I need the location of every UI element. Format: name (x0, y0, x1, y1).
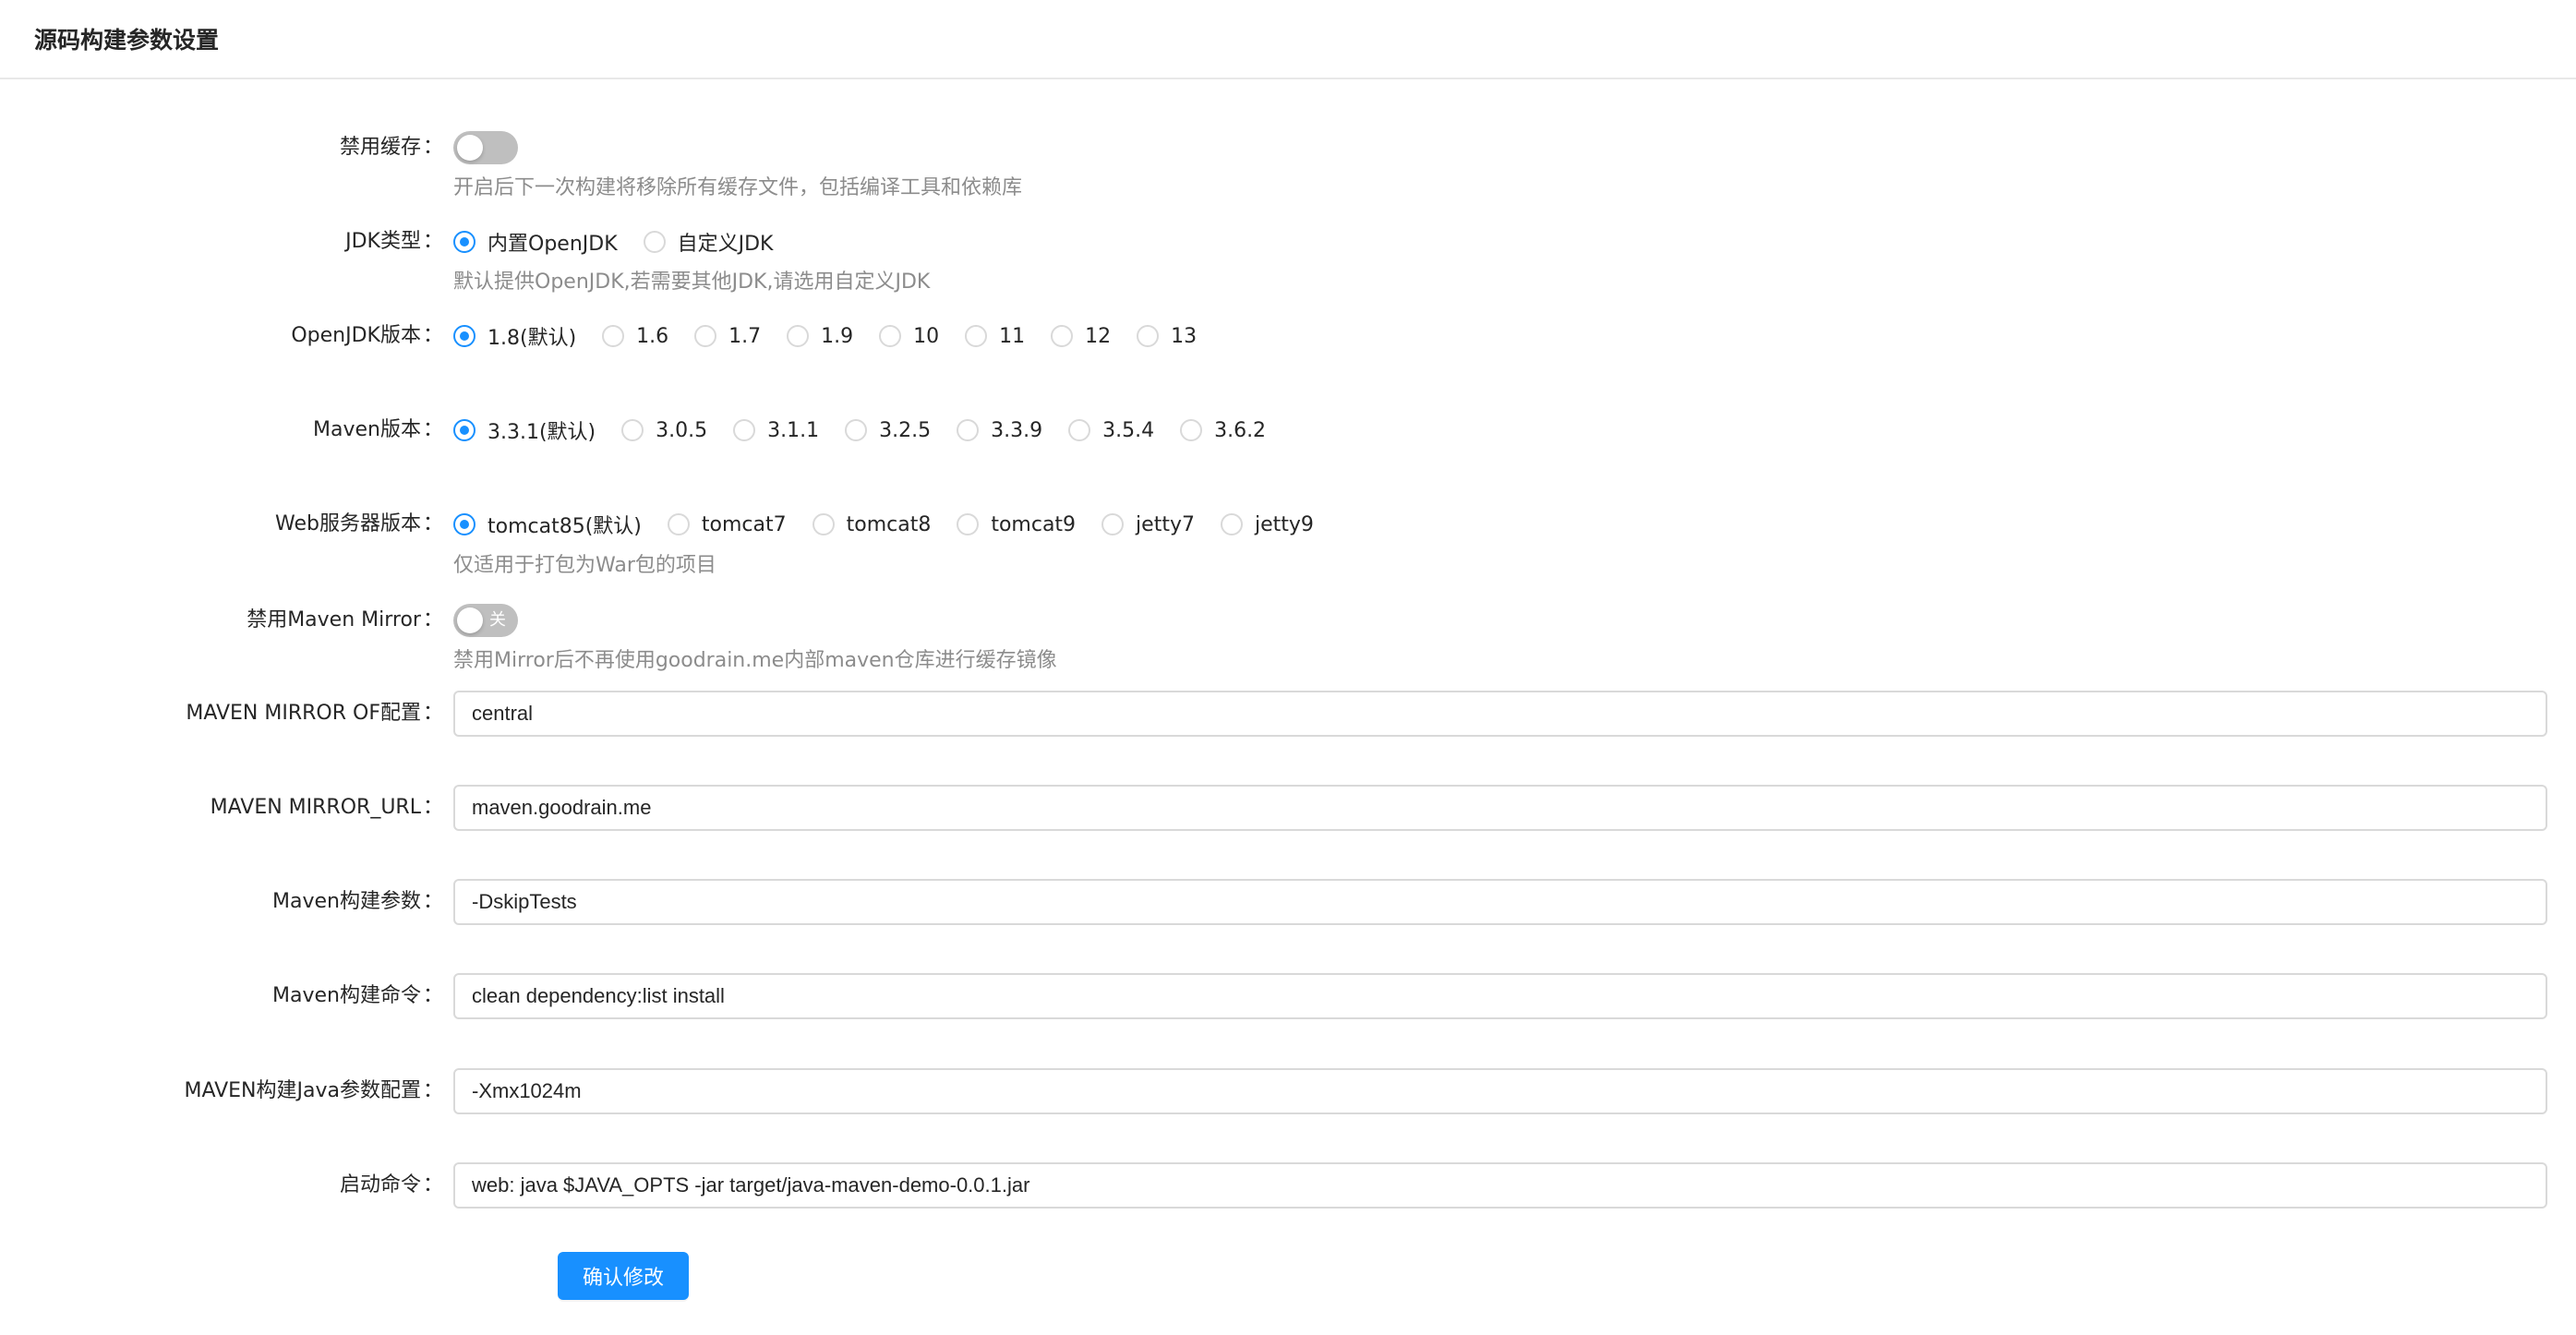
radio-checked-icon (453, 419, 475, 441)
radio-unchecked-icon (667, 513, 690, 535)
radio-unchecked-icon (1137, 325, 1160, 347)
radio-unchecked-icon (1051, 325, 1074, 347)
web-server-version-radio-group: tomcat85(默认) tomcat7 tomcat8 tomcat9 jet… (453, 508, 1340, 541)
radio-unchecked-icon (957, 419, 980, 441)
jdk-type-label: JDK类型： (345, 230, 443, 253)
disable-cache-label: 禁用缓存： (339, 136, 443, 159)
maven-mirror-of-label: MAVEN MIRROR OF配置： (186, 702, 443, 725)
radio-unchecked-icon (1220, 513, 1243, 535)
maven-build-cmd-input[interactable] (453, 973, 2547, 1019)
maven-mirror-of-input[interactable] (453, 691, 2547, 737)
openjdk-option-10[interactable]: 10 (879, 325, 939, 348)
maven-option-3-3-1[interactable]: 3.3.1(默认) (453, 415, 596, 445)
radio-checked-icon (453, 325, 475, 347)
web-server-option-tomcat8[interactable]: tomcat8 (812, 513, 931, 536)
radio-unchecked-icon (602, 325, 625, 347)
radio-unchecked-icon (965, 325, 988, 347)
maven-build-cmd-label: Maven构建命令： (272, 984, 443, 1007)
web-server-option-jetty7[interactable]: jetty7 (1101, 513, 1195, 536)
maven-option-3-1-1[interactable]: 3.1.1 (733, 419, 819, 442)
maven-option-3-3-9[interactable]: 3.3.9 (957, 419, 1042, 442)
maven-option-3-0-5[interactable]: 3.0.5 (621, 419, 707, 442)
web-server-option-tomcat85[interactable]: tomcat85(默认) (453, 510, 642, 539)
web-server-version-hint: 仅适用于打包为War包的项目 (453, 554, 716, 577)
openjdk-option-12[interactable]: 12 (1051, 325, 1111, 348)
web-server-version-label: Web服务器版本： (275, 512, 443, 535)
disable-cache-hint: 开启后下一次构建将移除所有缓存文件，包括编译工具和依赖库 (453, 176, 1023, 199)
switch-off-text: 关 (489, 610, 506, 630)
confirm-button[interactable]: 确认修改 (558, 1252, 689, 1300)
disable-maven-mirror-switch[interactable]: 关 (453, 604, 518, 637)
openjdk-option-1-6[interactable]: 1.6 (602, 325, 668, 348)
maven-option-3-2-5[interactable]: 3.2.5 (845, 419, 931, 442)
maven-build-args-label: Maven构建参数： (272, 890, 443, 913)
openjdk-option-11[interactable]: 11 (965, 325, 1025, 348)
web-server-option-tomcat9[interactable]: tomcat9 (957, 513, 1076, 536)
openjdk-version-radio-group: 1.8(默认) 1.6 1.7 1.9 10 11 12 13 (453, 319, 1222, 353)
maven-java-opts-input[interactable] (453, 1068, 2547, 1114)
start-cmd-label: 启动命令： (339, 1173, 443, 1197)
radio-unchecked-icon (957, 513, 980, 535)
disable-maven-mirror-hint: 禁用Mirror后不再使用goodrain.me内部maven仓库进行缓存镜像 (453, 649, 1057, 672)
radio-unchecked-icon (845, 419, 868, 441)
jdk-type-radio-group: 内置OpenJDK 自定义JDK (453, 225, 799, 259)
maven-option-3-6-2[interactable]: 3.6.2 (1180, 419, 1266, 442)
radio-unchecked-icon (879, 325, 902, 347)
disable-cache-switch[interactable] (453, 131, 518, 164)
radio-unchecked-icon (812, 513, 835, 535)
radio-checked-icon (453, 513, 475, 535)
maven-option-3-5-4[interactable]: 3.5.4 (1068, 419, 1154, 442)
jdk-type-option-builtin[interactable]: 内置OpenJDK (453, 227, 618, 257)
openjdk-option-1-8[interactable]: 1.8(默认) (453, 321, 576, 351)
web-server-option-tomcat7[interactable]: tomcat7 (667, 513, 787, 536)
radio-unchecked-icon (1101, 513, 1125, 535)
maven-version-radio-group: 3.3.1(默认) 3.0.5 3.1.1 3.2.5 3.3.9 3.5.4 … (453, 414, 1292, 447)
radio-unchecked-icon (643, 231, 666, 253)
radio-unchecked-icon (1180, 419, 1203, 441)
disable-cache-control (453, 131, 518, 164)
maven-version-label: Maven版本： (313, 418, 443, 441)
radio-unchecked-icon (787, 325, 810, 347)
maven-mirror-url-input[interactable] (453, 785, 2547, 831)
radio-checked-icon (453, 231, 475, 253)
openjdk-version-label: OpenJDK版本： (291, 324, 443, 347)
card-title: 源码构建参数设置 (34, 27, 220, 54)
radio-unchecked-icon (733, 419, 756, 441)
disable-maven-mirror-label: 禁用Maven Mirror： (247, 608, 443, 631)
maven-java-opts-label: MAVEN构建Java参数配置： (184, 1079, 443, 1102)
start-cmd-input[interactable] (453, 1162, 2547, 1209)
maven-build-args-input[interactable] (453, 879, 2547, 925)
radio-unchecked-icon (621, 419, 644, 441)
disable-maven-mirror-control: 关 (453, 604, 518, 637)
openjdk-option-13[interactable]: 13 (1137, 325, 1197, 348)
openjdk-option-1-7[interactable]: 1.7 (694, 325, 761, 348)
build-settings-page: 源码构建参数设置 禁用缓存： 开启后下一次构建将移除所有缓存文件，包括编译工具和… (0, 0, 2576, 1335)
web-server-option-jetty9[interactable]: jetty9 (1220, 513, 1314, 536)
radio-unchecked-icon (1068, 419, 1091, 441)
card-header: 源码构建参数设置 (0, 0, 2576, 79)
switch-knob (457, 607, 483, 633)
switch-knob (457, 135, 483, 161)
radio-unchecked-icon (694, 325, 717, 347)
openjdk-option-1-9[interactable]: 1.9 (787, 325, 853, 348)
maven-mirror-url-label: MAVEN MIRROR_URL： (210, 796, 443, 819)
jdk-type-hint: 默认提供OpenJDK,若需要其他JDK,请选用自定义JDK (453, 271, 931, 294)
jdk-type-option-custom[interactable]: 自定义JDK (643, 227, 773, 257)
